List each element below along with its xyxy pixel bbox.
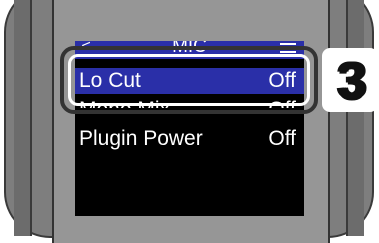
callout-highlight-inner	[68, 54, 310, 106]
step-number-badge: 3	[337, 52, 367, 110]
device-right-side	[346, 0, 364, 236]
menu-item-plugin-power[interactable]: Plugin Power Off	[75, 126, 304, 152]
callout-highlight-frame	[60, 46, 318, 114]
menu-item-label: Plugin Power	[79, 127, 203, 150]
device-left-side	[14, 0, 32, 236]
menu-item-value: Off	[268, 127, 296, 150]
